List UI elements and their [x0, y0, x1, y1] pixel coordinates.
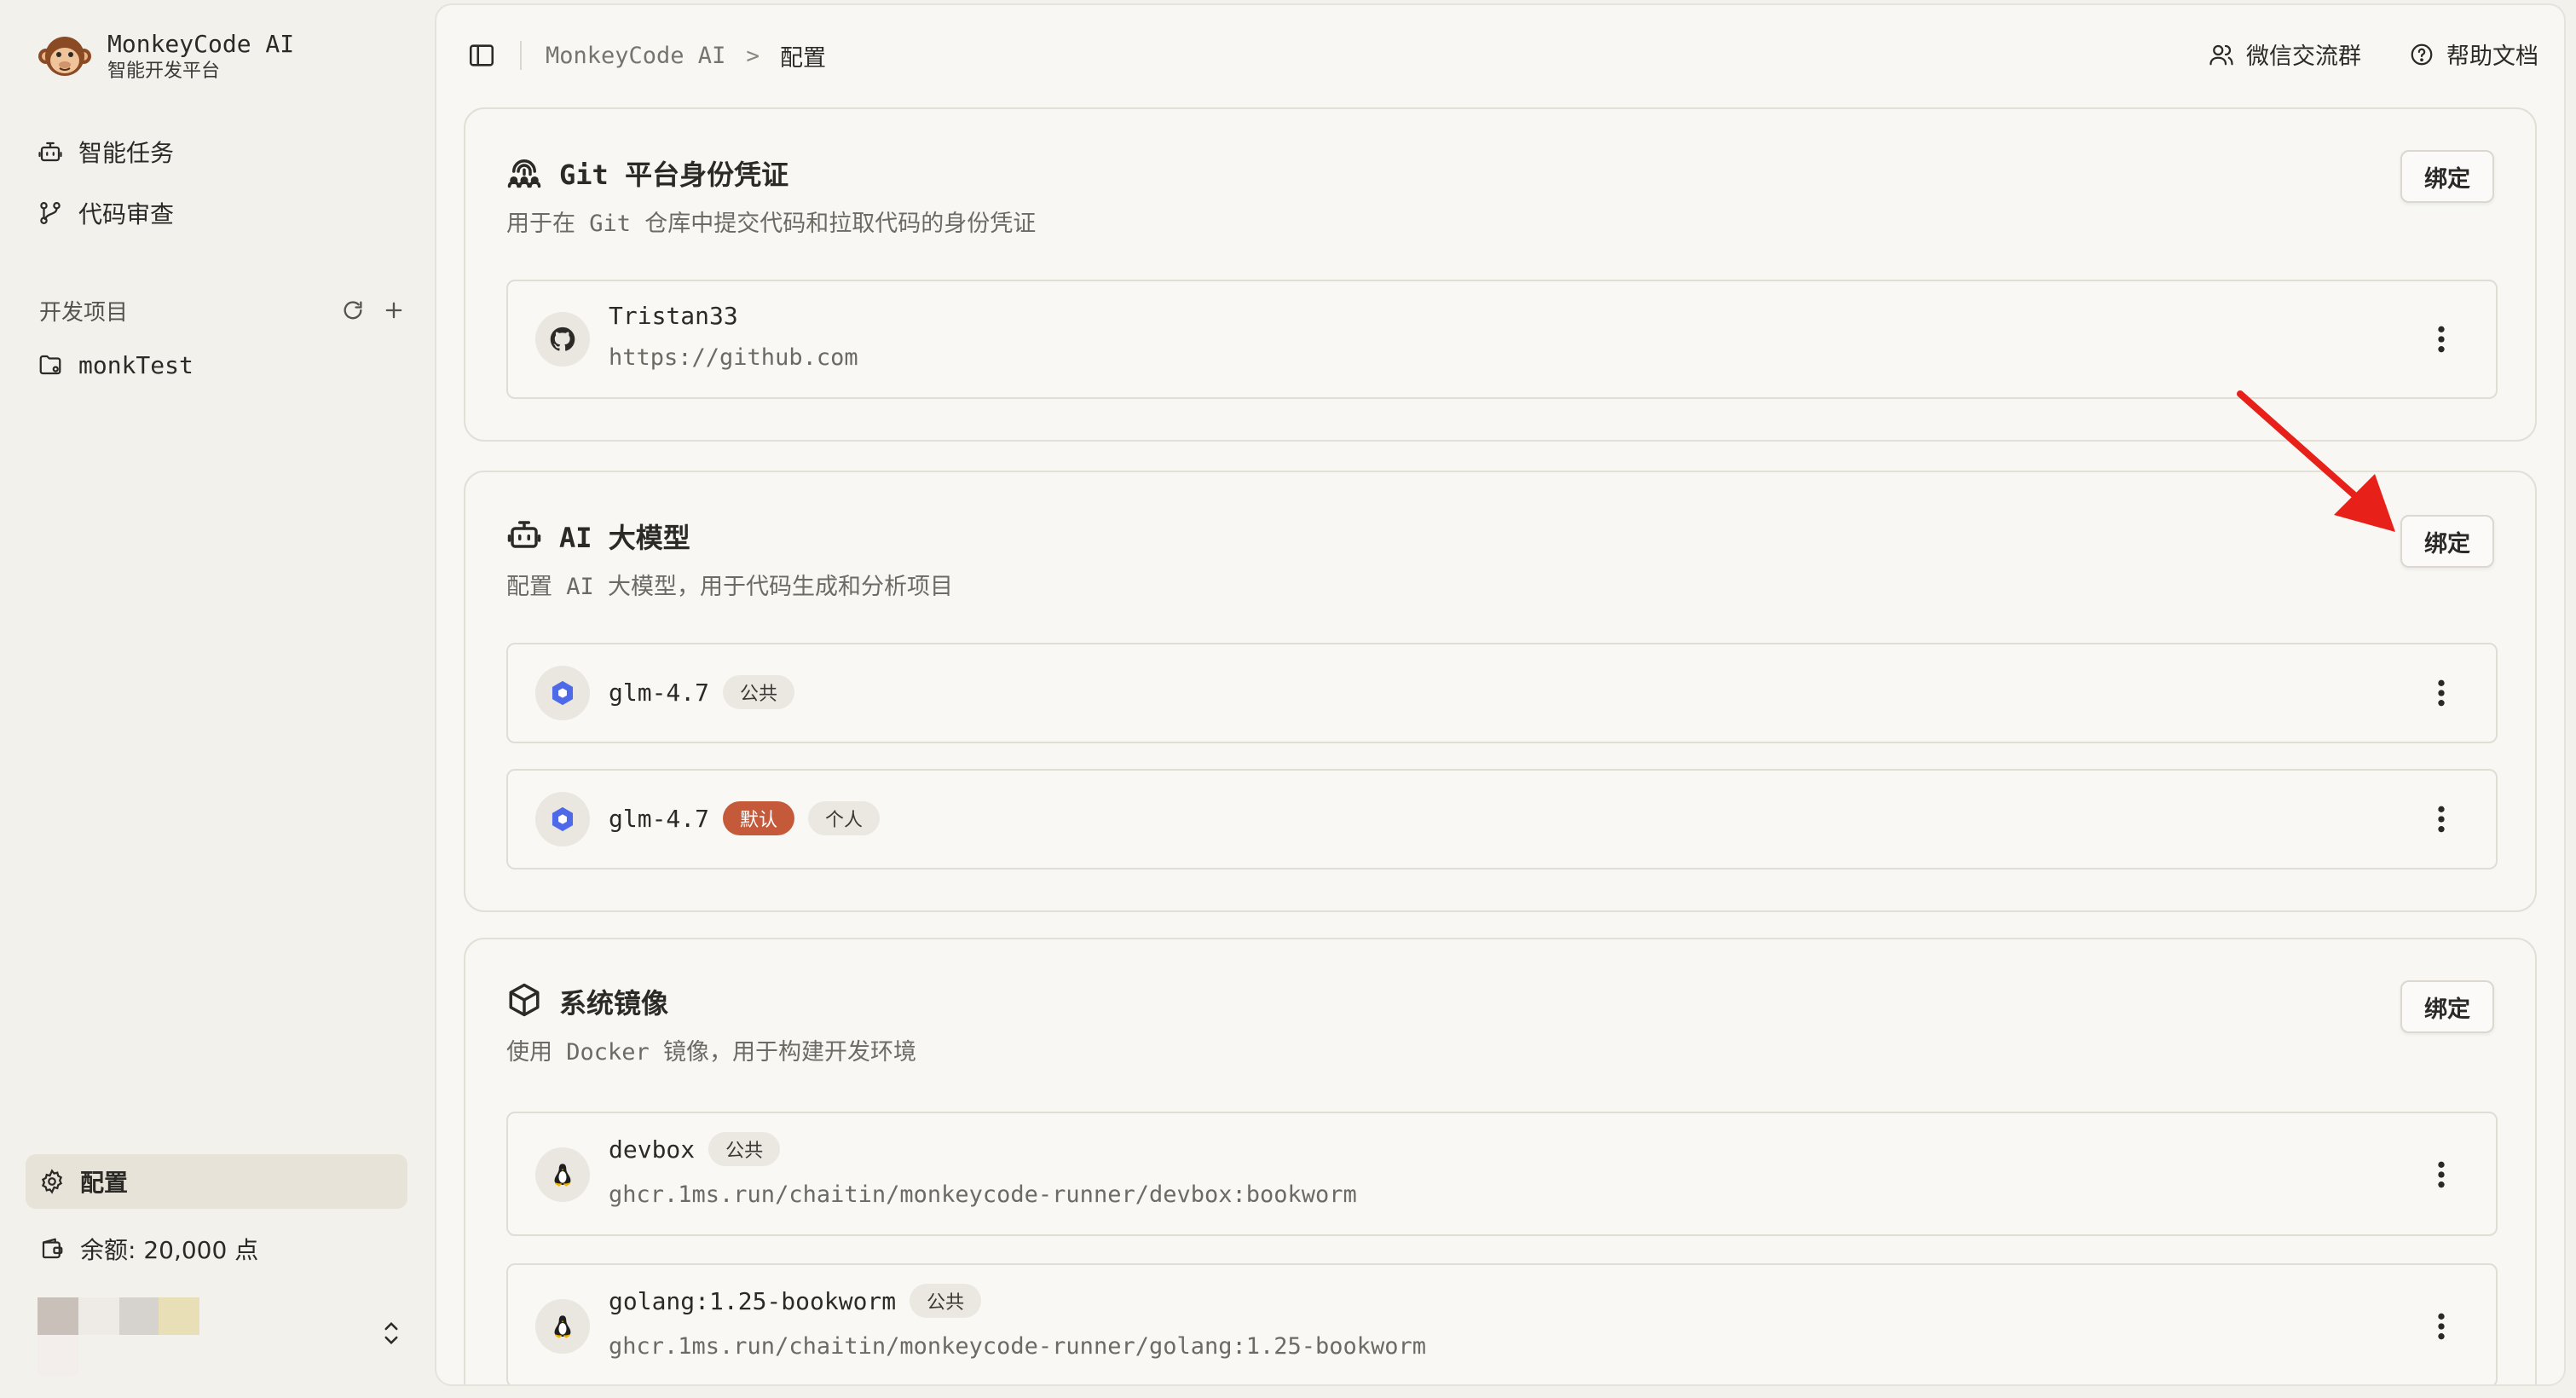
- project-item-monktest[interactable]: monkTest: [38, 343, 193, 387]
- ai-model-card: AI 大模型 配置 AI 大模型，用于代码生成和分析项目 绑定 glm-4.7 …: [464, 471, 2537, 912]
- tag-default: 默认: [723, 801, 795, 835]
- ai-model-title: glm-4.7 默认 个人: [609, 801, 881, 835]
- git-credential-url: https://github.com: [609, 344, 858, 371]
- brand[interactable]: MonkeyCode AI 智能开发平台: [38, 29, 294, 84]
- github-icon: [535, 312, 590, 367]
- git-card-description: 用于在 Git 仓库中提交代码和拉取代码的身份凭证: [506, 211, 1037, 237]
- system-image-item[interactable]: devbox 公共 ghcr.1ms.run/chaitin/monkeycod…: [506, 1112, 2498, 1236]
- ai-card-description: 配置 AI 大模型，用于代码生成和分析项目: [506, 574, 954, 600]
- more-vertical-icon[interactable]: [2431, 802, 2452, 836]
- linux-icon: [535, 1147, 590, 1202]
- ai-model-title: glm-4.7 公共: [609, 675, 795, 709]
- image-card-description: 使用 Docker 镜像，用于构建开发环境: [506, 1039, 917, 1066]
- breadcrumb-current: 配置: [779, 45, 826, 72]
- image-title: golang:1.25-bookworm 公共: [609, 1284, 982, 1318]
- git-card-title: Git 平台身份凭证: [559, 159, 789, 191]
- help-docs-link[interactable]: 帮助文档: [2409, 38, 2538, 71]
- tag-public: 公共: [708, 1132, 781, 1166]
- breadcrumb-separator: >: [746, 43, 760, 69]
- git-bind-button[interactable]: 绑定: [2400, 150, 2494, 203]
- breadcrumb-root[interactable]: MonkeyCode AI: [546, 43, 725, 69]
- sidebar: MonkeyCode AI 智能开发平台 智能任务 代码审查 开发项目 monk…: [0, 0, 433, 1398]
- tag-public: 公共: [910, 1284, 982, 1318]
- image-bind-button[interactable]: 绑定: [2400, 980, 2494, 1033]
- wallet-icon: [42, 1238, 63, 1259]
- app-subtitle: 智能开发平台: [107, 61, 221, 82]
- sidebar-item-label: 代码审查: [78, 200, 175, 228]
- robot-icon: [38, 142, 62, 162]
- divider: [520, 41, 522, 70]
- image-path: ghcr.1ms.run/chaitin/monkeycode-runner/d…: [609, 1181, 1357, 1208]
- gear-icon: [41, 1169, 63, 1194]
- ai-model-item[interactable]: glm-4.7 默认 个人: [506, 769, 2498, 869]
- wechat-group-link[interactable]: 微信交流群: [2209, 38, 2361, 71]
- sidebar-item-settings[interactable]: 配置: [26, 1154, 407, 1209]
- balance-label: 余额: 20,000 点: [80, 1236, 259, 1264]
- balance-row: 余额: 20,000 点: [39, 1229, 258, 1268]
- model-hex-icon: [535, 792, 590, 846]
- sidebar-toggle-icon[interactable]: [467, 41, 496, 70]
- package-icon: [509, 983, 540, 1017]
- image-name: golang:1.25-bookworm: [609, 1286, 897, 1315]
- ai-bind-button[interactable]: 绑定: [2400, 515, 2494, 568]
- image-name: devbox: [609, 1135, 696, 1164]
- breadcrumb: MonkeyCode AI > 配置: [546, 39, 826, 72]
- image-path: ghcr.1ms.run/chaitin/monkeycode-runner/g…: [609, 1333, 1427, 1360]
- ai-model-name: glm-4.7: [609, 678, 710, 707]
- help-circle-icon: [2411, 43, 2433, 65]
- sidebar-item-label: 配置: [80, 1169, 129, 1197]
- monkey-logo-icon: [38, 37, 91, 76]
- robot-icon: [507, 521, 541, 548]
- user-menu[interactable]: [38, 1294, 404, 1376]
- git-credentials-card: Git 平台身份凭证 用于在 Git 仓库中提交代码和拉取代码的身份凭证 绑定 …: [464, 107, 2537, 442]
- merge-icon: [40, 202, 61, 224]
- tag-public: 公共: [723, 675, 795, 709]
- model-hex-icon: [535, 666, 590, 720]
- sidebar-item-label: 智能任务: [78, 139, 175, 167]
- more-vertical-icon[interactable]: [2431, 322, 2452, 356]
- wechat-group-label: 微信交流群: [2246, 43, 2361, 70]
- ai-model-item[interactable]: glm-4.7 公共: [506, 643, 2498, 743]
- add-project-icon[interactable]: [382, 298, 406, 322]
- project-label: monkTest: [78, 350, 193, 379]
- linux-icon: [535, 1299, 590, 1354]
- main-panel: MonkeyCode AI > 配置 微信交流群 帮助文档 Git 平台身份凭证…: [435, 3, 2566, 1386]
- help-docs-label: 帮助文档: [2446, 43, 2538, 70]
- folder-icon: [39, 355, 61, 375]
- git-credential-item[interactable]: Tristan33 https://github.com: [506, 280, 2498, 399]
- more-vertical-icon[interactable]: [2431, 1309, 2452, 1343]
- git-credential-username: Tristan33: [609, 302, 738, 330]
- tag-personal: 个人: [808, 801, 881, 835]
- system-image-item[interactable]: golang:1.25-bookworm 公共 ghcr.1ms.run/cha…: [506, 1263, 2498, 1384]
- refresh-icon[interactable]: [341, 298, 365, 322]
- topbar: MonkeyCode AI > 配置 微信交流群 帮助文档: [436, 5, 2564, 104]
- more-vertical-icon[interactable]: [2431, 1158, 2452, 1192]
- app-name: MonkeyCode AI: [107, 30, 295, 58]
- users-icon: [2209, 44, 2233, 65]
- ai-card-title: AI 大模型: [559, 522, 690, 554]
- more-vertical-icon[interactable]: [2431, 676, 2452, 710]
- image-card-title: 系统镜像: [559, 987, 669, 1020]
- sidebar-item-code-review[interactable]: 代码审查: [38, 191, 174, 235]
- ai-model-name: glm-4.7: [609, 804, 710, 833]
- chevron-up-down-icon[interactable]: [378, 1318, 404, 1349]
- image-title: devbox 公共: [609, 1132, 781, 1166]
- avatar: [38, 1297, 199, 1376]
- system-image-card: 系统镜像 使用 Docker 镜像，用于构建开发环境 绑定 devbox 公共 …: [464, 938, 2537, 1384]
- fingerprint-users-icon: [507, 159, 541, 188]
- projects-section-title: 开发项目: [39, 299, 129, 326]
- projects-section-header: 开发项目: [39, 292, 406, 329]
- sidebar-item-tasks[interactable]: 智能任务: [38, 130, 174, 174]
